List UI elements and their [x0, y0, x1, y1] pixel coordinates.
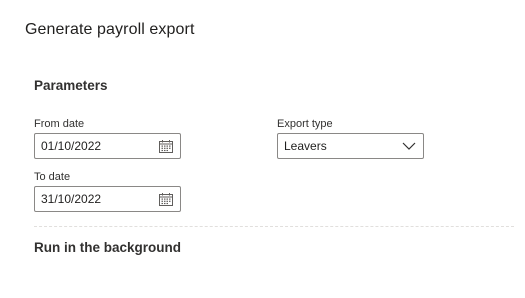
to-date-label: To date [34, 171, 71, 183]
to-date-field[interactable]: 31/10/2022 [34, 186, 181, 212]
calendar-icon[interactable] [158, 138, 174, 154]
to-date-value[interactable]: 31/10/2022 [41, 192, 158, 206]
export-type-label: Export type [277, 118, 333, 130]
from-date-field[interactable]: 01/10/2022 [34, 133, 181, 159]
from-date-label: From date [34, 118, 85, 130]
section-divider [34, 226, 514, 227]
run-in-background-section-header[interactable]: Run in the background [34, 240, 181, 255]
chevron-down-icon[interactable] [401, 138, 417, 154]
export-type-value[interactable]: Leavers [284, 139, 401, 153]
parameters-section-header[interactable]: Parameters [34, 78, 108, 93]
payroll-export-dialog: Generate payroll export Parameters From … [0, 0, 525, 298]
from-date-value[interactable]: 01/10/2022 [41, 139, 158, 153]
export-type-select[interactable]: Leavers [277, 133, 424, 159]
dialog-title: Generate payroll export [25, 21, 195, 38]
calendar-icon[interactable] [158, 191, 174, 207]
